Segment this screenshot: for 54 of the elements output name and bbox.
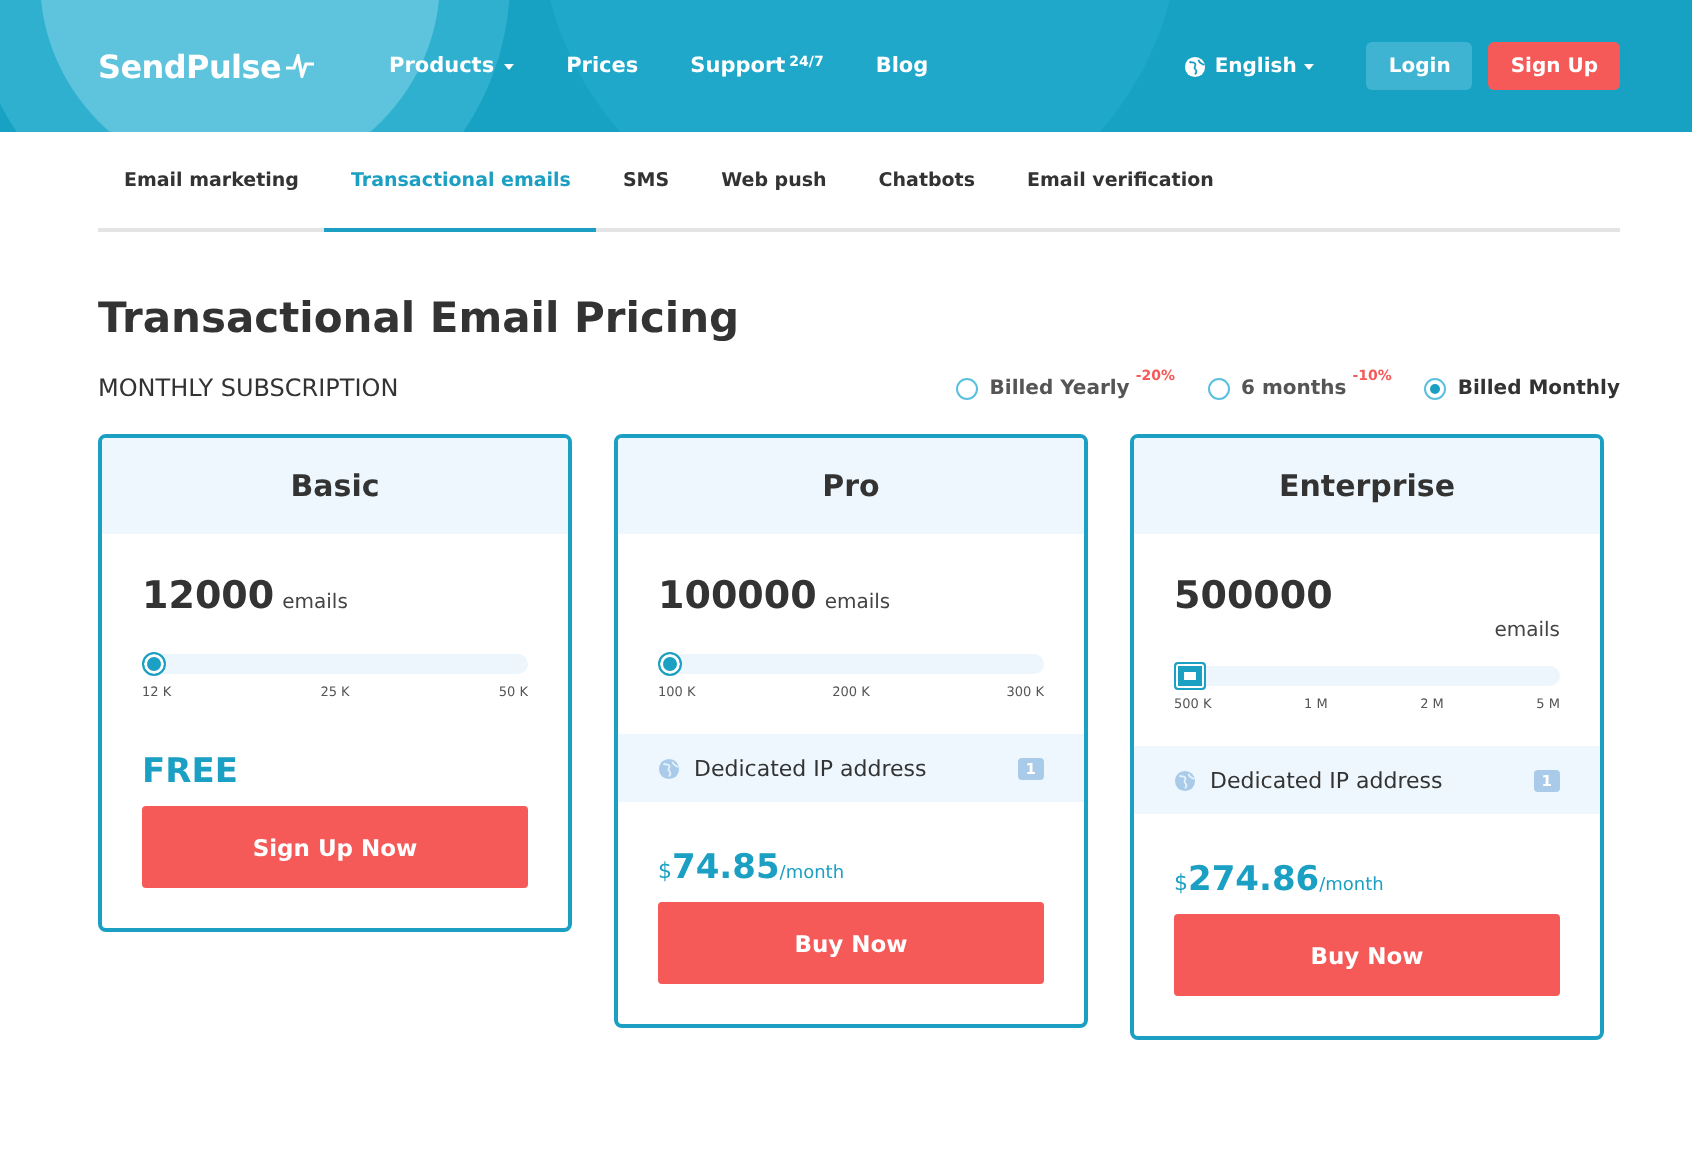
tab[interactable]: Transactional emails <box>324 132 597 232</box>
section-label: MONTHLY SUBSCRIPTION <box>98 374 401 402</box>
nav-link[interactable]: Prices <box>566 54 639 78</box>
radio-button[interactable] <box>1207 377 1229 399</box>
slider-track[interactable] <box>142 654 528 674</box>
slider-thumb[interactable] <box>658 652 682 676</box>
slider-thumb[interactable] <box>142 652 166 676</box>
radio-label[interactable]: Billed Yearly <box>989 377 1130 399</box>
globe-icon <box>1174 769 1196 791</box>
price: 74.85 <box>672 848 780 888</box>
price: 274.86 <box>1188 860 1320 900</box>
page-title: Transactional Email Pricing <box>98 294 742 342</box>
unit-label: emails <box>824 592 891 614</box>
nav-link[interactable]: Support $^{24/7}$ <box>690 54 824 78</box>
plan-title: Pro <box>618 438 1084 534</box>
tab[interactable]: Web push <box>695 132 853 232</box>
currency: $ <box>1174 870 1188 896</box>
currency: $ <box>658 858 672 884</box>
tab[interactable]: SMS <box>596 132 696 232</box>
radio-label[interactable]: Billed Monthly <box>1457 377 1620 399</box>
nav-link[interactable]: Blog <box>875 54 929 78</box>
price-period: /month <box>1319 876 1384 896</box>
signup-button[interactable]: Sign Up Now <box>142 806 528 888</box>
email-count: 500000 <box>1174 574 1333 618</box>
price: FREE <box>142 752 240 792</box>
radio-button[interactable] <box>1423 377 1446 399</box>
tab[interactable]: Email marketing <box>98 132 325 232</box>
unit-label: emails <box>282 592 348 614</box>
radio-button[interactable] <box>955 377 978 399</box>
plan-title: Enterprise <box>1134 438 1600 534</box>
unit-label: emails <box>1494 620 1560 642</box>
feature-label: Dedicated IP address <box>1210 767 1443 793</box>
email-count: 12000 <box>142 574 275 618</box>
nav-link[interactable]: Products <box>389 54 515 78</box>
tab[interactable]: Chatbots <box>852 132 1002 232</box>
logo[interactable]: SendPulse <box>98 47 281 85</box>
signup-button[interactable]: Sign Up <box>1488 42 1620 90</box>
plan-title: Basic <box>102 438 568 534</box>
login-button[interactable]: Login <box>1366 42 1473 90</box>
pulse-icon <box>285 54 313 78</box>
caret-icon <box>1304 63 1315 69</box>
tab[interactable]: Email verification <box>1001 132 1240 232</box>
radio-label[interactable]: 6 months <box>1241 377 1347 399</box>
globe-icon <box>1184 55 1207 77</box>
globe-icon <box>658 757 680 779</box>
language-selector[interactable]: English <box>1214 55 1297 77</box>
price-period: /month <box>779 864 845 884</box>
buy-button[interactable]: Buy Now <box>658 902 1044 984</box>
feature-label: Dedicated IP address <box>694 755 927 781</box>
slider-thumb[interactable] <box>1174 662 1206 690</box>
slider-track[interactable] <box>658 654 1044 674</box>
slider-track[interactable] <box>1174 666 1560 686</box>
buy-button[interactable]: Buy Now <box>1174 914 1560 996</box>
email-count: 100000 <box>658 574 817 618</box>
